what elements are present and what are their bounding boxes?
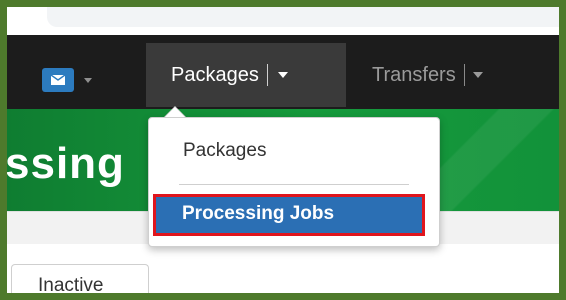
menu-item-packages[interactable]: Packages <box>183 140 266 162</box>
nav-separator <box>266 64 268 86</box>
tab-inactive[interactable]: Inactive <box>11 264 149 293</box>
chevron-down-icon <box>84 77 92 83</box>
menu-divider <box>179 184 409 185</box>
tab-inactive-label: Inactive <box>38 275 104 293</box>
screenshot-frame: Packages Transfers ssing Inactive Packag… <box>7 7 559 293</box>
top-strip-fade <box>47 7 559 27</box>
nav-transfers-menu[interactable]: Transfers <box>372 43 483 107</box>
nav-separator <box>463 64 465 86</box>
top-strip <box>7 7 559 35</box>
navbar: Packages Transfers <box>7 35 559 109</box>
chevron-down-icon <box>277 72 288 78</box>
envelope-icon <box>51 75 65 85</box>
chevron-down-icon <box>472 72 483 78</box>
page-title: ssing <box>7 139 125 188</box>
nav-transfers-label: Transfers <box>372 63 456 86</box>
nav-packages-label: Packages <box>171 63 259 86</box>
mail-dropdown-toggle[interactable] <box>42 67 92 93</box>
dropdown-pointer-inner <box>165 107 185 117</box>
packages-dropdown-menu: Packages Processing Jobs <box>148 117 440 247</box>
menu-item-processing-jobs-label: Processing Jobs <box>182 203 335 224</box>
nav-packages-menu[interactable]: Packages <box>146 43 346 107</box>
mail-button[interactable] <box>42 68 74 92</box>
menu-item-processing-jobs[interactable]: Processing Jobs <box>153 194 425 236</box>
